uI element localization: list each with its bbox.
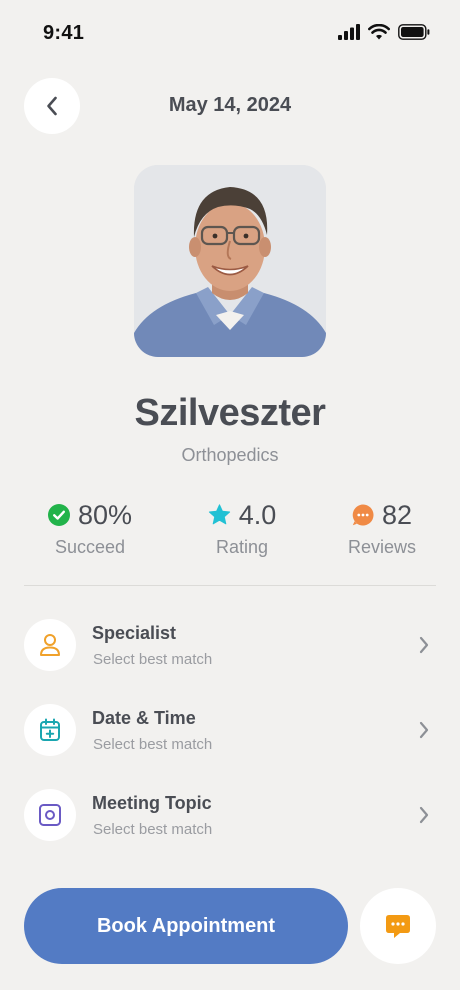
stat-value: 4.0 (238, 499, 277, 530)
stats-row: 80% Succeed 4.0 Rating 82 Reviews (0, 498, 460, 562)
header-date: May 14, 2024 (168, 94, 292, 116)
option-subtitle: Select best match (93, 736, 213, 753)
option-icon-wrap (24, 619, 76, 671)
stat-reviews: 82 Reviews (312, 498, 452, 558)
option-title: Specialist (92, 623, 177, 643)
chevron-right-icon (419, 806, 429, 824)
divider (24, 585, 436, 586)
message-icon (386, 915, 410, 938)
stat-label: Reviews (347, 537, 417, 557)
option-icon-wrap (24, 704, 76, 756)
option-meeting-topic[interactable]: Meeting Topic Select best match (24, 789, 436, 843)
chat-button[interactable] (360, 888, 436, 964)
stat-label: Rating (215, 537, 269, 557)
stat-succeed: 80% Succeed (20, 498, 160, 558)
header: May 14, 2024 (0, 78, 460, 134)
option-title: Date & Time (92, 708, 196, 728)
status-time: 9:41 (43, 22, 85, 44)
option-subtitle: Select best match (93, 651, 213, 668)
doctor-name: Szilveszter (134, 392, 326, 434)
star-icon (208, 504, 230, 525)
doctor-portrait (134, 165, 326, 357)
option-subtitle: Select best match (93, 821, 213, 838)
stat-value: 82 (381, 499, 413, 530)
chat-bubble-icon (352, 504, 374, 526)
wifi-icon (368, 24, 390, 40)
chevron-right-icon (419, 636, 429, 654)
option-title: Meeting Topic (92, 793, 212, 813)
doctor-photo (134, 165, 326, 357)
option-specialist[interactable]: Specialist Select best match (24, 619, 436, 673)
signal-icon (338, 24, 360, 40)
status-icons (338, 24, 430, 40)
topic-icon (39, 804, 61, 826)
calendar-icon (40, 718, 60, 741)
stat-label: Succeed (54, 537, 126, 557)
person-icon (40, 634, 60, 656)
stat-rating: 4.0 Rating (172, 498, 312, 558)
doctor-specialty: Orthopedics (181, 445, 279, 465)
status-bar: 9:41 (0, 0, 460, 66)
chevron-right-icon (419, 721, 429, 739)
stat-value: 80% (77, 499, 133, 530)
option-icon-wrap (24, 789, 76, 841)
option-date-time[interactable]: Date & Time Select best match (24, 704, 436, 758)
book-appointment-button[interactable]: Book Appointment (24, 888, 348, 964)
check-circle-icon (47, 504, 70, 526)
battery-icon (398, 24, 430, 40)
